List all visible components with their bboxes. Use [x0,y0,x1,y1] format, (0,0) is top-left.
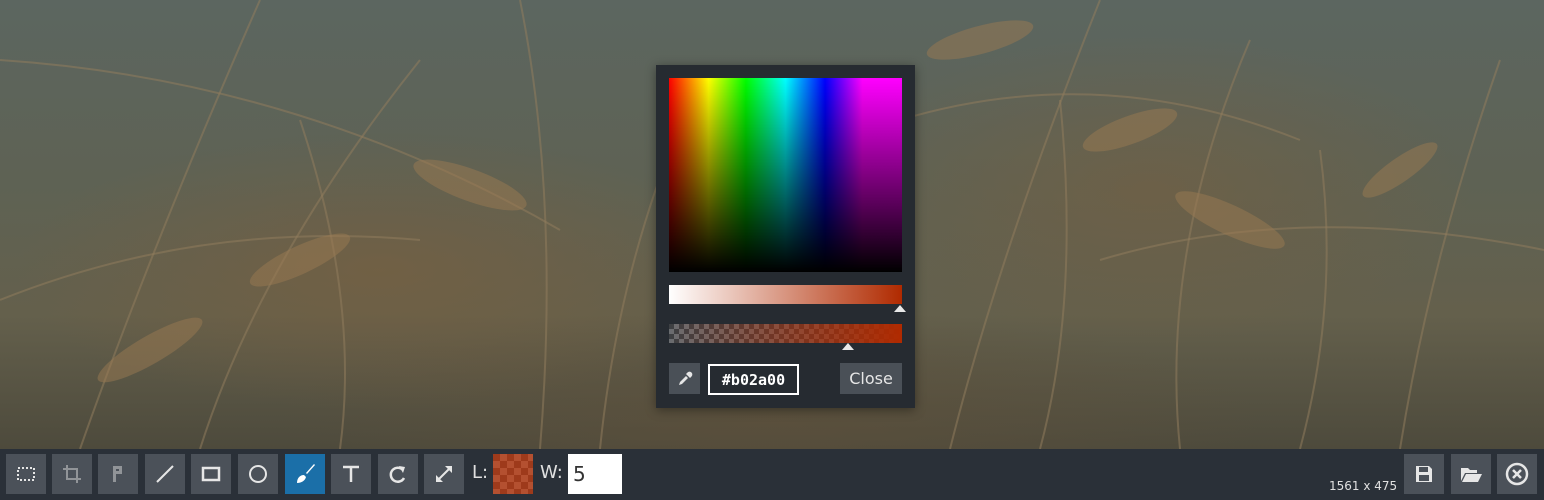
brush-tool-button[interactable] [285,454,325,494]
select-rect-icon [17,467,35,481]
line-color-swatch[interactable] [493,454,533,494]
color-picker-popup: #b02a00 Close [656,65,915,408]
close-picker-button[interactable]: Close [840,363,902,394]
alpha-slider[interactable] [669,324,902,343]
line-tool-button[interactable] [145,454,185,494]
resize-tool-button[interactable] [424,454,464,494]
lightness-slider-handle[interactable] [894,305,906,312]
width-input[interactable]: 5 [568,454,622,494]
text-icon [343,465,359,482]
save-button[interactable] [1404,454,1444,494]
folder-open-icon [1461,468,1482,482]
pixelize-icon [113,466,122,482]
eyedropper-button[interactable] [669,363,700,394]
open-button[interactable] [1451,454,1491,494]
pixelize-tool-button[interactable] [98,454,138,494]
image-dimensions: 1561 x 475 [1329,479,1398,493]
resize-icon [436,466,452,482]
lightness-slider[interactable] [669,285,902,304]
crop-tool-button[interactable] [52,454,92,494]
rectangle-tool-button[interactable] [191,454,231,494]
text-tool-button[interactable] [331,454,371,494]
crop-icon [63,465,81,483]
eyedropper-icon [678,371,692,385]
save-icon [1416,466,1432,482]
select-tool-button[interactable] [6,454,46,494]
rectangle-icon [201,466,221,482]
line-icon [156,465,174,483]
line-color-label: L: [472,462,489,483]
alpha-slider-handle[interactable] [842,343,854,350]
ellipse-icon [249,465,267,483]
rotate-icon [389,466,406,483]
brush-icon [297,464,315,483]
hue-saturation-area[interactable] [669,78,902,272]
close-circle-icon [1505,462,1529,486]
editor-toolbar: L: W: 5 1561 x 475 [0,449,1544,500]
hex-color-value[interactable]: #b02a00 [708,364,799,395]
width-label: W: [540,462,563,483]
ellipse-tool-button[interactable] [238,454,278,494]
close-editor-button[interactable] [1497,454,1537,494]
rotate-tool-button[interactable] [378,454,418,494]
